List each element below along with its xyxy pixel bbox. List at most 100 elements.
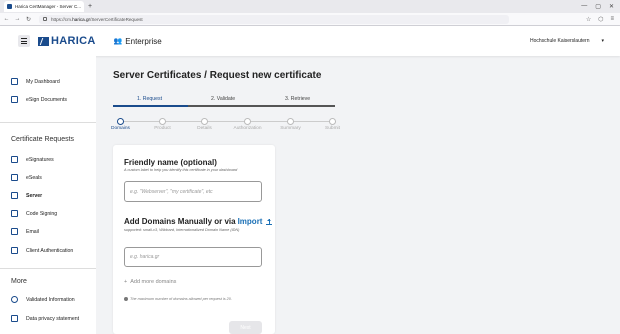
plus-icon: +	[124, 279, 128, 285]
sidebar-item-validated-information[interactable]: Validated Information	[11, 296, 75, 303]
sidebar-item-server[interactable]: Server	[11, 192, 42, 199]
extensions-icon[interactable]: ⬡	[598, 16, 603, 23]
new-tab-button[interactable]: +	[88, 3, 92, 10]
forward-button[interactable]: →	[13, 16, 22, 22]
browser-nav-bar: ← → ↻ https://cm.harica.gr/ServerCertifi…	[0, 13, 620, 26]
info-icon	[124, 297, 128, 301]
sidebar-item-label: eSeals	[26, 174, 42, 181]
sidebar-divider	[0, 122, 96, 123]
substep-progress: Domains Product Details Authorization Su…	[105, 118, 355, 134]
mail-icon	[11, 228, 18, 235]
substep-line	[124, 121, 336, 122]
domain-input[interactable]: e.g. harica.gr	[124, 247, 262, 267]
browser-tab-bar: Harica CertManager - Server C... ✕ + — ▢…	[0, 0, 620, 13]
domains-supported-help: supported: small-v3, Wildcard, Internati…	[124, 228, 240, 232]
sidebar-item-label: Data privacy statement	[26, 315, 80, 322]
lock-icon	[11, 192, 18, 199]
sidebar-item-dashboard[interactable]: My Dashboard	[11, 78, 60, 85]
substep-product-circle	[159, 118, 166, 125]
browser-tab-title: Harica CertManager - Server C...	[15, 4, 82, 9]
substep-authorization: Authorization	[233, 126, 262, 131]
organization-name: Hochschule Kaiserslautern	[530, 38, 590, 44]
back-button[interactable]: ←	[2, 16, 11, 22]
upload-icon[interactable]	[266, 218, 273, 225]
app-header: HARICA 👥 Enterprise Hochschule Kaisersla…	[0, 26, 620, 56]
substep-summary: Summary	[280, 126, 301, 131]
substep-product: Product	[154, 126, 171, 131]
sidebar-item-code-signing[interactable]: Code Signing	[11, 210, 57, 217]
seal-icon	[11, 174, 18, 181]
domains-title-text: Add Domains Manually or via	[124, 217, 236, 226]
step-validate: 2. Validate	[211, 96, 236, 102]
window-maximize-button[interactable]: ▢	[595, 3, 601, 10]
substep-authorization-circle	[244, 118, 251, 125]
friendly-name-input[interactable]: e.g. "Webserver", "my certificate", etc	[124, 181, 262, 202]
chevron-down-icon: ▾	[601, 38, 604, 44]
document-icon	[11, 96, 18, 103]
add-more-domains-label: Add more domains	[130, 279, 177, 285]
sidebar-item-label: Server	[26, 192, 43, 199]
signature-icon	[11, 156, 18, 163]
request-form-card: Friendly name (optional) A custom label …	[113, 145, 275, 334]
bookmark-icon[interactable]: ☆	[586, 16, 591, 23]
next-button[interactable]: Next	[229, 321, 262, 334]
sidebar-item-client-authentication[interactable]: Client Authentication	[11, 247, 73, 254]
harica-logo[interactable]: HARICA	[38, 35, 96, 47]
step-request: 1. Request	[137, 96, 163, 102]
reload-button[interactable]: ↻	[24, 16, 33, 23]
step-bar-active	[113, 105, 188, 107]
substep-submit-circle	[329, 118, 336, 125]
sidebar-item-eseals[interactable]: eSeals	[11, 174, 42, 181]
sidebar-item-esign-documents[interactable]: eSign Documents	[11, 96, 67, 103]
domains-title: Add Domains Manually or via Import	[124, 217, 273, 226]
import-link[interactable]: Import	[238, 217, 263, 226]
sidebar-divider	[0, 268, 96, 269]
dashboard-icon	[11, 78, 18, 85]
substep-details: Details	[197, 126, 212, 131]
sidebar-item-email[interactable]: Email	[11, 228, 39, 235]
logo-text: HARICA	[51, 35, 96, 47]
code-icon	[11, 210, 18, 217]
friendly-name-title: Friendly name (optional)	[124, 158, 217, 167]
page-title: Server Certificates / Request new certif…	[113, 70, 322, 81]
harica-favicon-icon	[7, 4, 12, 9]
sidebar-item-label: eSignatures	[26, 156, 54, 163]
address-bar[interactable]: https://cm.harica.gr/ServerCertificateRe…	[39, 14, 509, 24]
url-prefix: https://cm.	[51, 16, 73, 22]
privacy-icon	[11, 315, 18, 322]
substep-summary-circle	[287, 118, 294, 125]
lock-icon	[43, 17, 47, 21]
sidebar-item-label: Validated Information	[26, 296, 75, 303]
hamburger-menu-icon[interactable]	[18, 35, 30, 47]
product-name: Enterprise	[125, 36, 162, 46]
browser-tab[interactable]: Harica CertManager - Server C... ✕	[4, 1, 84, 12]
sidebar-item-esignatures[interactable]: eSignatures	[11, 156, 54, 163]
sidebar-heading-more: More	[11, 278, 27, 285]
sidebar-heading-certificate-requests: Certificate Requests	[11, 136, 75, 143]
sidebar-item-label: My Dashboard	[26, 78, 60, 85]
step-retrieve: 3. Retrieve	[285, 96, 311, 102]
organization-selector[interactable]: Hochschule Kaiserslautern ▾	[530, 26, 604, 56]
users-icon: 👥	[113, 38, 123, 45]
substep-submit: Submit	[325, 126, 340, 131]
sidebar-item-label: eSign Documents	[26, 96, 67, 103]
enterprise-label: 👥 Enterprise	[114, 37, 162, 46]
substep-domains: Domains	[111, 126, 130, 131]
sidebar-item-label: Email	[26, 228, 39, 235]
friendly-name-help: A custom label to help you identify this…	[124, 168, 238, 172]
sidebar-item-label: Client Authentication	[26, 247, 74, 254]
harica-logo-mark	[38, 36, 49, 46]
add-more-domains-button[interactable]: + Add more domains	[124, 279, 176, 285]
sidebar-item-label: Code Signing	[26, 210, 58, 217]
step-bar	[188, 105, 335, 107]
window-minimize-button[interactable]: —	[581, 3, 587, 10]
step-indicator: 1. Request 2. Validate 3. Retrieve	[113, 96, 335, 107]
sidebar-item-data-privacy[interactable]: Data privacy statement	[11, 315, 79, 322]
validated-icon	[11, 296, 18, 303]
menu-icon[interactable]: ≡	[610, 16, 614, 23]
max-domains-note: The maximum number of domains allowed pe…	[124, 297, 232, 301]
max-domains-text: The maximum number of domains allowed pe…	[130, 297, 232, 301]
substep-domains-circle	[117, 118, 124, 125]
sidebar: My Dashboard eSign Documents Certificate…	[0, 56, 96, 334]
window-close-button[interactable]: ✕	[609, 3, 614, 10]
